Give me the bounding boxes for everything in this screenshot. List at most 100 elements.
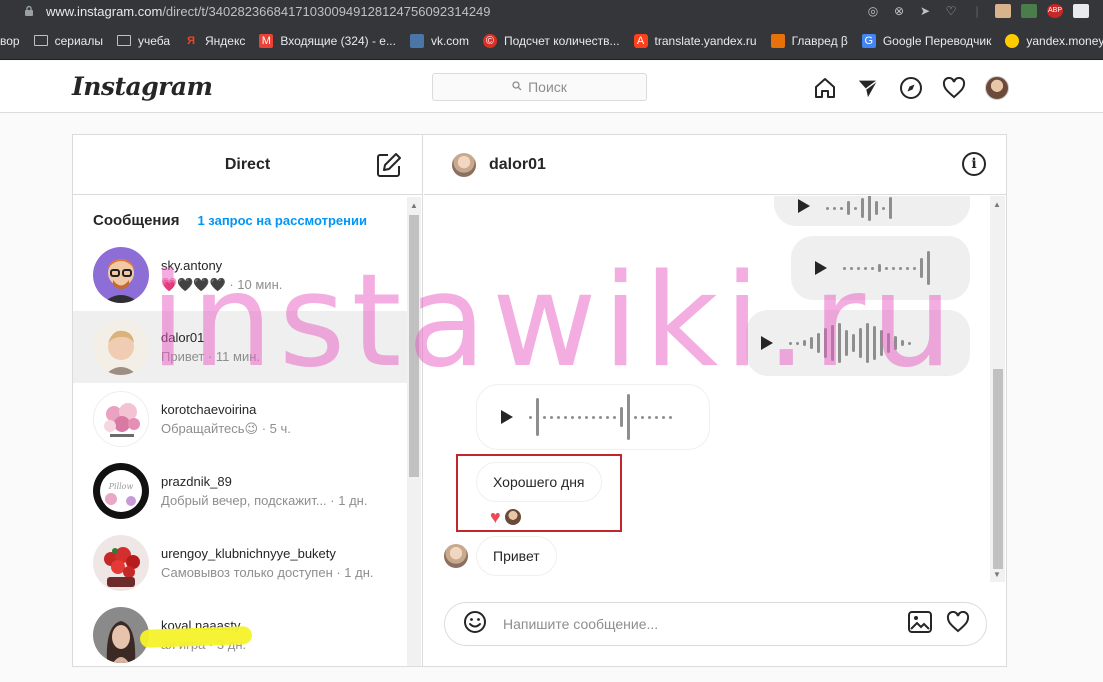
google-translate-icon: G: [861, 33, 876, 48]
highlight-box: [456, 454, 622, 532]
direct-panel: Direct Сообщения 1 запрос на рассмотрени…: [72, 134, 1007, 667]
search-placeholder: Поиск: [528, 79, 567, 95]
folder-icon: [116, 35, 131, 46]
avatar: [93, 535, 149, 591]
bookmark-gmail[interactable]: M Входящие (324) - е...: [259, 33, 396, 48]
explore-compass-icon[interactable]: [898, 75, 924, 101]
voice-message-outgoing[interactable]: [476, 384, 710, 450]
voice-message[interactable]: [746, 310, 970, 376]
gmail-icon: M: [259, 33, 274, 48]
thread-username: urengoy_klubnichnyye_bukety: [161, 546, 336, 561]
scroll-down-arrow-icon[interactable]: ▼: [993, 570, 1001, 579]
scroll-up-arrow-icon[interactable]: ▲: [410, 201, 418, 210]
thread-list: sky.antony 💗🖤🖤🖤 · 10 мин. dalor01 Привет…: [73, 239, 407, 671]
bookmark-glavred[interactable]: Главред β: [770, 33, 848, 48]
thread-preview: Обращайтесь😉 · 5 ч.: [161, 420, 291, 436]
bookmark-counter[interactable]: © Подсчет количеств...: [482, 33, 620, 48]
browser-address-bar[interactable]: www.instagram.com/direct/t/3402823668417…: [0, 0, 1103, 22]
send-icon[interactable]: ➤: [917, 4, 933, 18]
yandex-icon: Я: [187, 34, 195, 47]
play-icon[interactable]: [798, 199, 810, 213]
avatar: [93, 247, 149, 303]
avatar: [93, 391, 149, 447]
conversation-scrollbar[interactable]: ▲ ▼: [990, 196, 1005, 582]
direct-send-icon[interactable]: [855, 75, 881, 101]
thread-item[interactable]: sky.antony 💗🖤🖤🖤 · 10 мин.: [73, 239, 407, 311]
conversation-avatar[interactable]: [452, 152, 476, 177]
play-icon[interactable]: [761, 336, 773, 350]
inbox-subheader: Сообщения 1 запрос на рассмотрении: [73, 195, 422, 245]
message-requests-link[interactable]: 1 запрос на рассмотрении: [197, 213, 367, 228]
search-input[interactable]: Поиск: [432, 73, 647, 101]
profile-avatar[interactable]: [984, 75, 1010, 101]
lock-icon: [22, 4, 36, 18]
thread-username: korotchaevoirina: [161, 401, 257, 417]
thread-preview: 💗🖤🖤🖤 · 10 мин.: [161, 276, 283, 292]
extension-face-icon[interactable]: [995, 4, 1011, 18]
messages-label: Сообщения: [93, 211, 180, 229]
block-icon[interactable]: ⊗: [891, 4, 907, 18]
waveform: [529, 394, 672, 440]
voice-message[interactable]: [791, 236, 970, 300]
adblock-icon[interactable]: ABP: [1047, 4, 1063, 18]
avatar: Pillow: [93, 463, 149, 519]
extension-box-icon[interactable]: [1021, 4, 1037, 18]
thread-preview: Самовывоз только доступен · 1 дн.: [161, 565, 374, 580]
bookmark-translate-yandex[interactable]: Atranslate.yandex.ru: [633, 33, 757, 48]
bookmark-folder-study[interactable]: учеба: [116, 34, 170, 48]
thread-item[interactable]: urengoy_klubnichnyye_bukety Самовывоз то…: [73, 527, 407, 599]
bookmark-yandex-money[interactable]: yandex.money: [1005, 33, 1103, 48]
divider: |: [975, 4, 979, 18]
image-upload-icon[interactable]: [908, 610, 932, 638]
scrollbar-thumb[interactable]: [993, 369, 1003, 569]
like-heart-icon[interactable]: [946, 610, 970, 638]
activity-heart-icon[interactable]: [941, 75, 967, 101]
folder-icon: [33, 35, 48, 46]
bookmark-item[interactable]: вор: [0, 34, 20, 48]
heart-outline-icon[interactable]: ♡: [943, 4, 959, 18]
bookmark-google-translate[interactable]: G Google Переводчик: [861, 33, 991, 48]
avatar: [93, 319, 149, 375]
glavred-icon: [770, 33, 785, 48]
inbox-title: Direct: [224, 155, 271, 173]
thread-preview: Привет · 11 мин.: [161, 349, 261, 364]
waveform: [843, 251, 930, 285]
screenshot-icon[interactable]: [1073, 4, 1089, 18]
emoji-icon[interactable]: [463, 610, 487, 639]
url-text[interactable]: www.instagram.com/direct/t/3402823668417…: [46, 4, 865, 19]
message-composer[interactable]: Напишите сообщение...: [444, 602, 987, 646]
thread-item[interactable]: Pillow prazdnik_89 Добрый вечер, подскаж…: [73, 455, 407, 527]
message-reaction[interactable]: ♥: [490, 508, 521, 526]
message-input[interactable]: Напишите сообщение...: [503, 616, 908, 632]
thread-username: dalor01: [161, 330, 205, 345]
play-icon[interactable]: [501, 410, 513, 424]
message-bubble[interactable]: Привет: [476, 536, 557, 576]
new-message-edit-icon[interactable]: [376, 152, 402, 183]
home-icon[interactable]: [812, 75, 838, 101]
scroll-up-arrow-icon[interactable]: ▲: [993, 200, 1001, 209]
thread-preview: Добрый вечер, подскажит... · 1 дн.: [161, 493, 368, 508]
voice-message[interactable]: [774, 196, 970, 226]
waveform: [826, 196, 892, 221]
inbox-header: Direct: [73, 135, 422, 195]
camera-icon[interactable]: ◎: [865, 4, 881, 18]
money-icon: [1005, 33, 1020, 48]
sender-avatar[interactable]: [444, 544, 468, 568]
translate-icon: A: [633, 33, 648, 48]
reactor-avatar: [504, 509, 521, 525]
play-icon[interactable]: [815, 261, 827, 275]
waveform: [789, 323, 911, 363]
thread-item-active[interactable]: dalor01 Привет · 11 мин.: [73, 311, 407, 383]
vk-icon: [409, 33, 424, 48]
inbox-scrollbar[interactable]: ▲: [407, 197, 421, 666]
bookmark-vk[interactable]: vk.com: [409, 33, 469, 48]
bookmark-yandex[interactable]: Я Яндекс: [184, 34, 245, 48]
conversation-username[interactable]: dalor01: [489, 156, 546, 174]
scrollbar-thumb[interactable]: [409, 215, 419, 477]
instagram-logo[interactable]: Instagram: [72, 72, 213, 101]
thread-username: prazdnik_89: [161, 474, 232, 489]
thread-item[interactable]: korotchaevoirina Обращайтесь😉 · 5 ч.: [73, 383, 407, 455]
inbox-sidebar: Direct Сообщения 1 запрос на рассмотрени…: [73, 135, 423, 666]
bookmark-folder-serials[interactable]: сериалы: [33, 34, 103, 48]
info-icon[interactable]: i: [962, 152, 986, 176]
